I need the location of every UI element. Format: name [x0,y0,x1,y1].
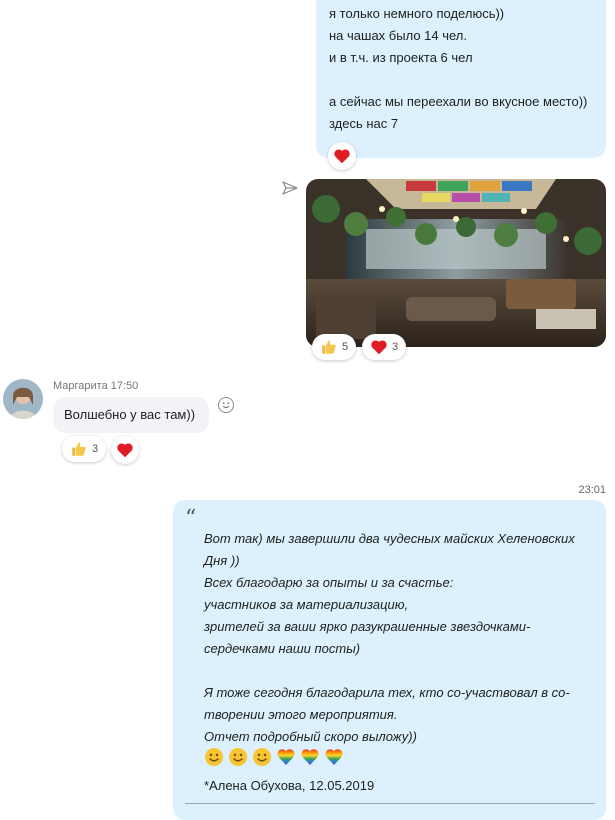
quote-line: Отчет подробный скоро выложу)) [204,729,417,744]
message-time: 23:01 [578,484,606,496]
quote-line: участников за материализацию, [204,597,409,612]
emoji-row [204,747,344,767]
quote-line: Вот так) мы завершили два чудесных майск… [204,531,575,546]
divider [185,803,595,804]
message-text-line: я только немного поделюсь)) [329,6,505,21]
quote-line: Я тоже сегодня благодарила тех, кто со-у… [204,685,570,700]
restaurant-photo[interactable] [306,179,606,347]
quote-signature: *Алена Обухова, 12.05.2019 [204,778,375,793]
outgoing-quote-bubble[interactable]: “ Вот так) мы завершили два чудесных май… [173,500,606,820]
smile-emoji [229,748,247,766]
smile-emoji [205,748,223,766]
reaction-count: 5 [342,341,349,353]
avatar[interactable] [3,379,43,419]
smile-emoji [253,748,271,766]
quote-icon: “ [185,506,197,531]
quote-line: Дня )) [204,553,240,568]
message-text-line: а сейчас мы переехали во вкусное место)) [329,94,588,109]
sender-name-time: Маргарита 17:50 [53,380,139,392]
user-photo-icon [3,379,43,419]
heart-icon [334,149,350,164]
outgoing-message-bubble[interactable]: я только немного поделюсь)) на чашах был… [316,0,606,158]
thumbs-up-reaction[interactable]: 3 [62,436,107,462]
reaction-count: 3 [92,443,99,455]
rainbow-heart-emoji [277,749,295,765]
heart-reaction[interactable]: 3 [362,334,407,360]
thumbs-up-icon [322,340,336,354]
quote-line: Всех благодарю за опыты и за счастье: [204,575,454,590]
restaurant-interior-image [306,179,606,347]
heart-reaction[interactable] [111,436,139,464]
heart-icon [371,340,387,355]
rainbow-heart-emoji [325,749,343,765]
quote-line: зрителей за ваши ярко разукрашенные звез… [204,619,531,634]
rainbow-heart-emoji [301,749,319,765]
message-text-line: здесь нас 7 [329,116,399,131]
thumbs-up-icon [72,442,86,456]
message-text-line: на чашах было 14 чел. [329,28,467,43]
reaction-count: 3 [392,341,399,353]
add-reaction-icon[interactable] [218,397,234,413]
incoming-message-bubble[interactable]: Волшебно у вас там)) [53,397,209,433]
heart-icon [117,443,133,458]
message-text: Волшебно у вас там)) [64,407,196,422]
thumbs-up-reaction[interactable]: 5 [312,334,357,360]
sent-icon [282,181,298,195]
heart-reaction[interactable] [328,142,356,170]
quote-line: сердечками наши посты) [204,641,361,656]
message-text-line: и в т.ч. из проекта 6 чел [329,50,473,65]
quote-line: творении этого мероприятия. [204,707,398,722]
